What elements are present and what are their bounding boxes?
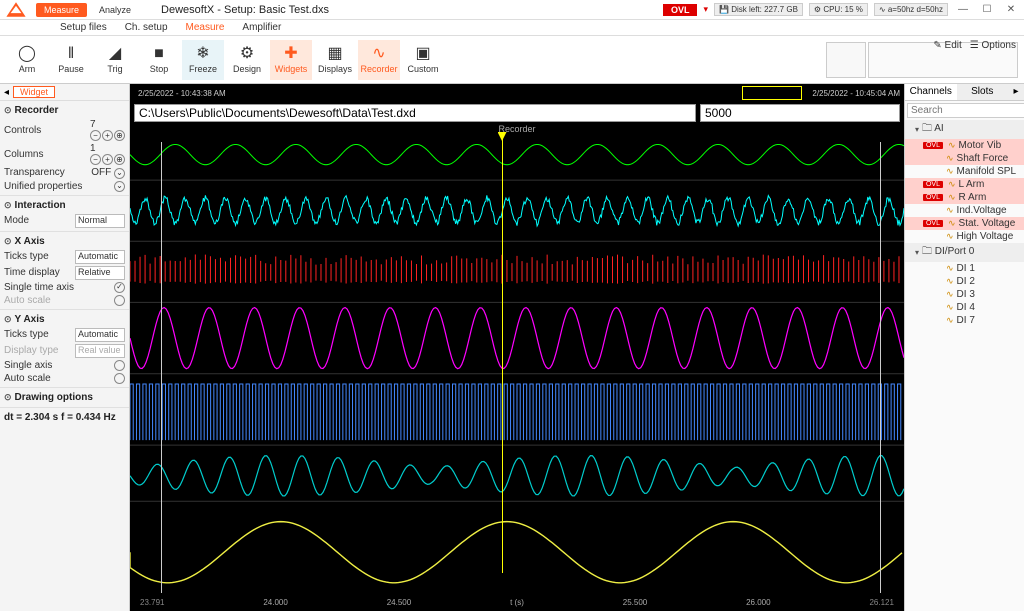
- cursor-summary: dt = 2.304 s f = 0.434 Hz: [0, 408, 129, 427]
- disptype-label: Display type: [4, 345, 58, 356]
- channel-search-input[interactable]: [907, 103, 1024, 118]
- yticks-select[interactable]: Automatic: [75, 328, 125, 342]
- y-autoscale-label: Auto scale: [4, 373, 51, 384]
- timedisp-select[interactable]: Relative: [75, 266, 125, 280]
- columns-more[interactable]: ⊕: [114, 154, 125, 165]
- setup-tabs: Setup files Ch. setup Measure Amplifier: [0, 20, 1024, 36]
- recorder-label: Recorder: [494, 124, 539, 134]
- channel-item[interactable]: ∿DI 3: [905, 288, 1024, 301]
- ribbon-arm[interactable]: ◯Arm: [6, 40, 48, 80]
- layout-thumb[interactable]: [826, 42, 866, 78]
- tab-amplifier[interactable]: Amplifier: [242, 22, 281, 33]
- recorder-chart[interactable]: 2/25/2022 - 10:43:38 AM 2/25/2022 - 10:4…: [130, 84, 904, 611]
- controls-label: Controls: [4, 125, 41, 136]
- channel-item[interactable]: ∿Ind.Voltage: [905, 204, 1024, 217]
- ribbon-custom[interactable]: ▣Custom: [402, 40, 444, 80]
- singleaxis-radio[interactable]: [114, 360, 125, 371]
- yticks-label: Ticks type: [4, 329, 49, 340]
- transparency-toggle[interactable]: ⌄: [114, 168, 125, 179]
- mode-label: Mode: [4, 215, 29, 226]
- options-button[interactable]: ☰ Options: [970, 40, 1016, 51]
- xticks-select[interactable]: Automatic: [75, 250, 125, 264]
- group-interaction[interactable]: Interaction: [4, 198, 125, 213]
- window-minimize[interactable]: —: [954, 4, 972, 15]
- channel-item[interactable]: OVL∿Stat. Voltage: [905, 217, 1024, 230]
- controls-minus[interactable]: −: [90, 130, 101, 141]
- channel-item[interactable]: ∿High Voltage: [905, 230, 1024, 243]
- status-freq: ∿ a=50hz d=50hz: [874, 3, 948, 16]
- columns-minus[interactable]: −: [90, 154, 101, 165]
- x-autoscale-radio[interactable]: [114, 295, 125, 306]
- status-disk: 💾 Disk left: 227.7 GB: [714, 3, 803, 16]
- channel-group[interactable]: 🗀 DI/Port 0: [905, 243, 1024, 262]
- field-input[interactable]: [700, 104, 900, 122]
- ribbon-widgets[interactable]: ✚Widgets: [270, 40, 312, 80]
- tab-chsetup[interactable]: Ch. setup: [125, 22, 168, 33]
- unified-label: Unified properties: [4, 181, 82, 192]
- channel-item[interactable]: OVL∿Motor Vib: [905, 139, 1024, 152]
- tab-expand[interactable]: ▸: [1008, 84, 1024, 100]
- channel-item[interactable]: ∿DI 1: [905, 262, 1024, 275]
- ribbon-displays[interactable]: ▦Displays: [314, 40, 356, 80]
- tab-setupfiles[interactable]: Setup files: [60, 22, 107, 33]
- window-maximize[interactable]: ☐: [978, 4, 996, 15]
- timestamp-left: 2/25/2022 - 10:43:38 AM: [138, 89, 226, 98]
- waveform-canvas[interactable]: [130, 124, 904, 593]
- channel-item[interactable]: ∿DI 7: [905, 314, 1024, 327]
- transparency-label: Transparency: [4, 167, 65, 178]
- status-ovl: OVL: [663, 4, 698, 16]
- edit-button[interactable]: ✎ Edit: [933, 40, 961, 51]
- group-xaxis[interactable]: X Axis: [4, 234, 125, 249]
- disptype-select[interactable]: Real value: [75, 344, 125, 358]
- app-logo: [4, 1, 28, 19]
- mode-measure[interactable]: Measure: [36, 3, 87, 17]
- mode-select[interactable]: Normal: [75, 214, 125, 228]
- ribbon-pause[interactable]: ‖Pause: [50, 40, 92, 80]
- ribbon-freeze[interactable]: ❄Freeze: [182, 40, 224, 80]
- channel-item[interactable]: ∿Shaft Force: [905, 152, 1024, 165]
- group-recorder[interactable]: Recorder: [4, 103, 125, 118]
- x-autoscale-label: Auto scale: [4, 295, 51, 306]
- group-yaxis[interactable]: Y Axis: [4, 312, 125, 327]
- ribbon-trig[interactable]: ◢Trig: [94, 40, 136, 80]
- channel-group[interactable]: 🗀 AI: [905, 120, 1024, 139]
- tab-slots[interactable]: Slots: [957, 84, 1009, 100]
- controls-more[interactable]: ⊕: [114, 130, 125, 141]
- window-title: DewesoftX - Setup: Basic Test.dxs: [161, 4, 663, 16]
- x-axis-label: t (s): [510, 598, 524, 607]
- overview-highlight[interactable]: [742, 86, 802, 100]
- channel-item[interactable]: ∿DI 4: [905, 301, 1024, 314]
- tab-measure[interactable]: Measure: [186, 22, 225, 33]
- widget-tab[interactable]: Widget: [13, 86, 55, 98]
- file-path-input[interactable]: [134, 104, 696, 122]
- tab-channels[interactable]: Channels: [905, 84, 957, 100]
- columns-label: Columns: [4, 149, 43, 160]
- channel-item[interactable]: OVL∿R Arm: [905, 191, 1024, 204]
- unified-toggle[interactable]: ⌄: [114, 181, 125, 192]
- timestamp-right: 2/25/2022 - 10:45:04 AM: [812, 89, 900, 98]
- y-autoscale-radio[interactable]: [114, 373, 125, 384]
- channel-item[interactable]: OVL∿L Arm: [905, 178, 1024, 191]
- singletime-label: Single time axis: [4, 282, 74, 293]
- ribbon-design[interactable]: ⚙Design: [226, 40, 268, 80]
- singleaxis-label: Single axis: [4, 360, 52, 371]
- channel-item[interactable]: ∿DI 2: [905, 275, 1024, 288]
- columns-plus[interactable]: +: [102, 154, 113, 165]
- timedisp-label: Time display: [4, 267, 60, 278]
- ribbon-stop[interactable]: ■Stop: [138, 40, 180, 80]
- group-drawing[interactable]: Drawing options: [4, 390, 125, 405]
- ribbon-recorder[interactable]: ∿Recorder: [358, 40, 400, 80]
- channels-panel: Channels Slots ▸ 🔍 ▾ 🗀 AIOVL∿Motor Vib∿S…: [904, 84, 1024, 611]
- singletime-check[interactable]: ✓: [114, 282, 125, 293]
- window-close[interactable]: ✕: [1002, 4, 1020, 15]
- mode-analyze[interactable]: Analyze: [91, 3, 139, 17]
- x-end: 26.121: [869, 598, 893, 607]
- properties-panel: ◂Widget Recorder Controls7 −+⊕ Columns1 …: [0, 84, 130, 611]
- xticks-label: Ticks type: [4, 251, 49, 262]
- x-start: 23.791: [140, 598, 164, 607]
- controls-plus[interactable]: +: [102, 130, 113, 141]
- channel-item[interactable]: ∿Manifold SPL: [905, 165, 1024, 178]
- status-cpu: ⚙ CPU: 15 %: [809, 3, 868, 16]
